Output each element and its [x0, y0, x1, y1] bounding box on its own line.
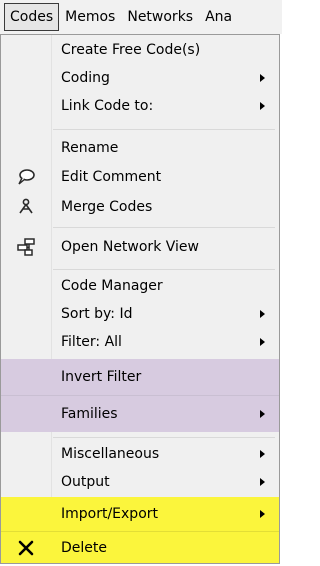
menu-item-merge-codes[interactable]: Merge Codes [1, 193, 279, 221]
submenu-arrow-icon [260, 338, 265, 346]
menu-item-label: Sort by: Id [61, 306, 133, 322]
menu-item-edit-comment[interactable]: Edit Comment [1, 163, 279, 191]
menu-item-label: Code Manager [61, 278, 163, 294]
submenu-arrow-icon [260, 74, 265, 82]
menu-item-output[interactable]: Output [1, 469, 279, 495]
menu-item-label: Rename [61, 140, 119, 156]
submenu-arrow-icon [260, 510, 265, 518]
submenu-arrow-icon [260, 102, 265, 110]
menu-item-label: Families [61, 406, 118, 422]
menu-separator [53, 437, 275, 438]
menu-item-label: Merge Codes [61, 199, 153, 215]
menu-item-label: Invert Filter [61, 369, 142, 385]
submenu-arrow-icon [260, 450, 265, 458]
merge-icon [1, 193, 51, 221]
menu-item-label: Coding [61, 70, 110, 86]
menu-item-miscellaneous[interactable]: Miscellaneous [1, 441, 279, 467]
menu-item-coding[interactable]: Coding [1, 65, 279, 91]
menu-item-invert-filter[interactable]: Invert Filter [1, 359, 279, 395]
menu-item-link-code-to[interactable]: Link Code to: [1, 93, 279, 119]
menu-networks[interactable]: Networks [121, 3, 199, 31]
comment-bubble-icon [1, 163, 51, 191]
menu-item-open-network-view[interactable]: Open Network View [1, 232, 279, 262]
menu-item-label: Import/Export [61, 506, 159, 522]
menu-item-code-manager[interactable]: Code Manager [1, 273, 279, 299]
menu-item-label: Link Code to: [61, 98, 154, 114]
menu-item-label: Output [61, 474, 110, 490]
menu-item-label: Create Free Code(s) [61, 42, 201, 58]
menu-item-label: Edit Comment [61, 169, 162, 185]
menu-item-label: Delete [61, 539, 107, 556]
menu-item-filter[interactable]: Filter: All [1, 329, 279, 355]
delete-x-icon [1, 532, 51, 563]
menu-separator [53, 227, 275, 228]
network-view-icon [1, 232, 51, 262]
menu-item-import-export[interactable]: Import/Export [1, 497, 279, 531]
menu-item-sort-by[interactable]: Sort by: Id [1, 301, 279, 327]
menu-memos[interactable]: Memos [59, 3, 121, 31]
submenu-arrow-icon [260, 478, 265, 486]
codes-dropdown-menu: Create Free Code(s) Coding Link Code to:… [0, 34, 280, 564]
menu-bar: Codes Memos Networks Ana [0, 0, 282, 34]
menu-separator [53, 269, 275, 270]
submenu-arrow-icon [260, 310, 265, 318]
menu-separator [53, 129, 275, 130]
menu-item-label: Filter: All [61, 334, 122, 350]
menu-item-delete[interactable]: Delete [1, 532, 279, 563]
menu-item-families[interactable]: Families [1, 396, 279, 432]
submenu-arrow-icon [260, 410, 265, 418]
menu-item-label: Open Network View [61, 239, 199, 255]
menu-item-create-free-codes[interactable]: Create Free Code(s) [1, 37, 279, 63]
menu-analysis[interactable]: Ana [199, 3, 238, 31]
menu-codes[interactable]: Codes [4, 3, 60, 31]
menu-item-label: Miscellaneous [61, 446, 160, 462]
menu-item-rename[interactable]: Rename [1, 135, 279, 161]
